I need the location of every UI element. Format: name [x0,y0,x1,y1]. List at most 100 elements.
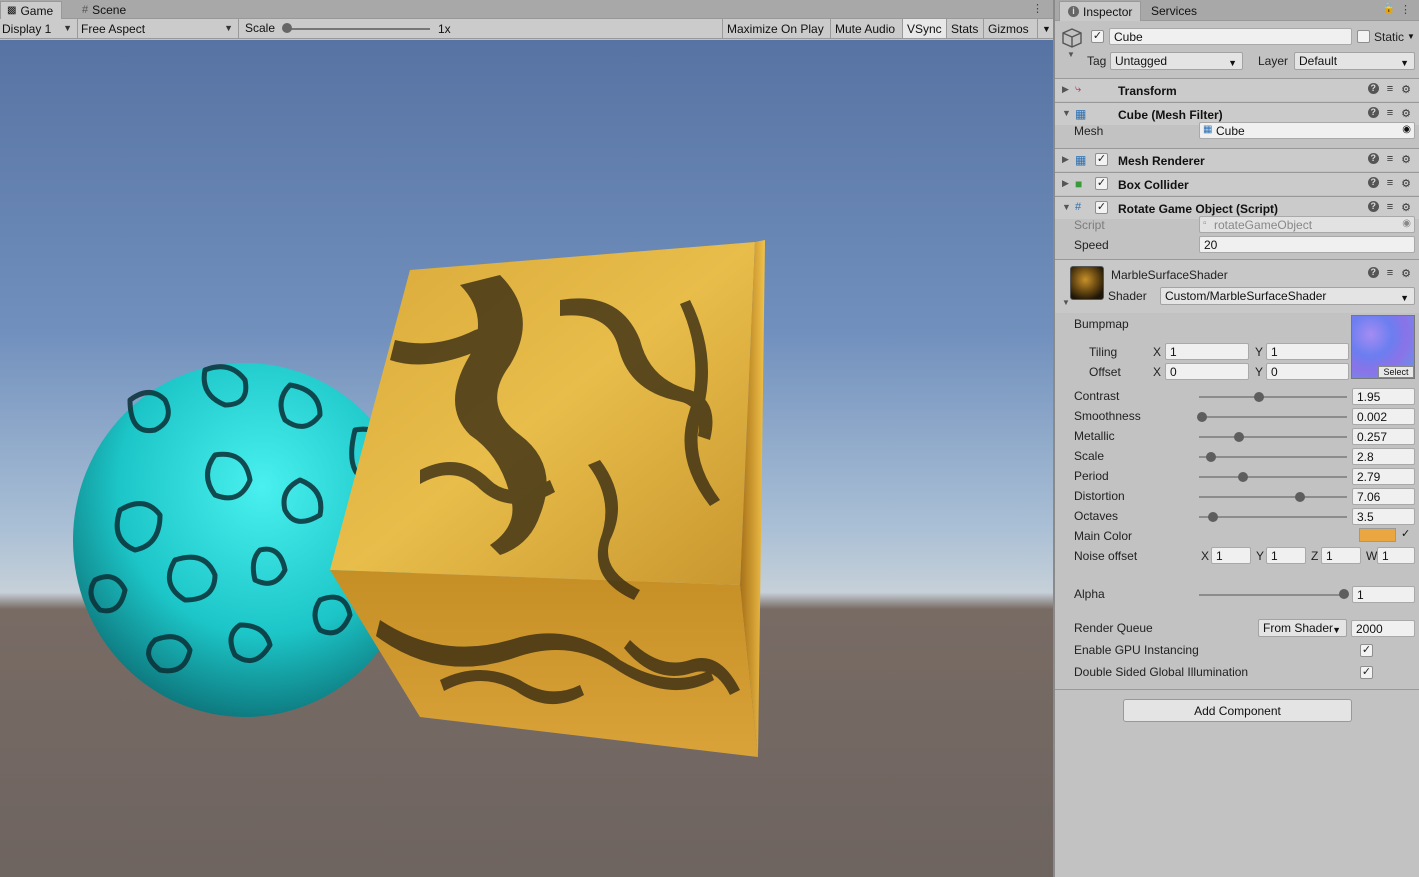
preset-icon[interactable]: ≡ [1387,201,1393,214]
tiling-x-field[interactable]: 1 [1165,343,1249,360]
mesh-renderer-enabled-checkbox[interactable]: ✓ [1095,153,1108,166]
eyedropper-icon[interactable]: ✓ [1401,527,1410,540]
chevron-down-icon[interactable]: ▼ [1062,298,1070,307]
chevron-down-icon[interactable]: ▼ [1062,108,1071,118]
preset-icon[interactable]: ≡ [1387,153,1393,166]
octaves-slider-track[interactable] [1199,516,1347,518]
render-queue-field[interactable]: 2000 [1351,620,1415,637]
kebab-menu-icon[interactable]: ⋮ [1400,3,1411,16]
gear-icon[interactable]: ⚙ [1401,267,1411,280]
smoothness-slider-track[interactable] [1199,416,1347,418]
period-slider-knob[interactable] [1238,472,1249,482]
gear-icon[interactable]: ⚙ [1401,153,1411,166]
gameobject-active-checkbox[interactable]: ✓ [1091,30,1104,43]
tab-scene[interactable]: # Scene [76,1,134,19]
distortion-slider-track[interactable] [1199,496,1347,498]
box-collider-enabled-checkbox[interactable]: ✓ [1095,177,1108,190]
transform-component-header[interactable]: ▶ ⤷ Transform ? ≡ ⚙ [1055,78,1419,101]
noise-offset-z-field[interactable]: 1 [1321,547,1361,564]
display-dropdown[interactable]: Display 1 ▼ [0,19,78,38]
chevron-down-icon[interactable]: ▼ [1407,32,1415,41]
tab-game-label: Game [20,3,54,18]
render-queue-mode-dropdown[interactable]: From Shader ▼ [1258,619,1347,637]
tab-services[interactable]: Services [1143,1,1205,21]
gear-icon[interactable]: ⚙ [1401,107,1411,120]
preset-icon[interactable]: ≡ [1387,267,1393,280]
help-icon[interactable]: ? [1367,83,1379,94]
help-icon[interactable]: ? [1367,177,1379,188]
gameobject-name-field[interactable]: Cube [1109,28,1352,45]
scale-slider-track[interactable] [1199,456,1347,458]
scale-slider-knob[interactable] [1205,452,1216,462]
object-picker-icon[interactable]: ◉ [1402,123,1411,137]
distortion-slider-knob[interactable] [1294,492,1305,502]
metallic-field[interactable]: 0.257 [1352,428,1415,445]
scale-slider-track[interactable] [287,28,430,30]
metallic-slider-track[interactable] [1199,436,1347,438]
scale-slider-knob[interactable] [282,23,292,33]
chevron-right-icon[interactable]: ▶ [1062,84,1069,95]
noise-offset-x-field[interactable]: 1 [1211,547,1251,564]
vsync-button[interactable]: VSync [902,19,946,38]
octaves-slider-knob[interactable] [1208,512,1219,522]
static-checkbox[interactable] [1357,30,1370,43]
game-viewport[interactable] [0,40,1053,877]
chevron-right-icon[interactable]: ▶ [1062,154,1069,165]
select-texture-button[interactable]: Select [1378,366,1414,378]
preset-icon[interactable]: ≡ [1387,83,1393,96]
tab-inspector[interactable]: i Inspector [1059,1,1142,21]
offset-y-field[interactable]: 0 [1266,363,1349,380]
noise-offset-w-field[interactable]: 1 [1377,547,1415,564]
help-icon[interactable]: ? [1367,267,1379,278]
tag-dropdown[interactable]: Untagged ▼ [1110,52,1243,70]
contrast-field[interactable]: 1.95 [1352,388,1415,405]
double-sided-gi-checkbox[interactable]: ✓ [1360,666,1373,679]
contrast-slider-knob[interactable] [1253,392,1264,402]
period-slider-track[interactable] [1199,476,1347,478]
smoothness-field[interactable]: 0.002 [1352,408,1415,425]
kebab-menu-icon[interactable]: ⋮ [1032,2,1043,15]
alpha-slider-knob[interactable] [1339,589,1349,599]
tab-game[interactable]: ▩ Game [0,1,63,19]
mute-audio-button[interactable]: Mute Audio [830,19,899,38]
chevron-right-icon[interactable]: ▶ [1062,178,1069,189]
smoothness-slider-knob[interactable] [1197,412,1207,422]
bumpmap-texture-slot[interactable]: Select [1351,315,1415,379]
layer-dropdown[interactable]: Default ▼ [1294,52,1415,70]
gear-icon[interactable]: ⚙ [1401,201,1411,214]
metallic-slider-knob[interactable] [1233,432,1244,442]
script-enabled-checkbox[interactable]: ✓ [1095,201,1108,214]
add-component-button[interactable]: Add Component [1123,699,1352,722]
help-icon[interactable]: ? [1367,153,1379,164]
preset-icon[interactable]: ≡ [1387,107,1393,120]
speed-field[interactable]: 20 [1199,236,1415,253]
offset-x-field[interactable]: 0 [1165,363,1249,380]
maximize-on-play-button[interactable]: Maximize On Play [722,19,828,38]
box-collider-component-header[interactable]: ▶ ■ ✓ Box Collider ? ≡ ⚙ [1055,172,1419,195]
help-icon[interactable]: ? [1367,201,1379,212]
gear-icon[interactable]: ⚙ [1401,177,1411,190]
help-icon[interactable]: ? [1367,107,1379,118]
preset-icon[interactable]: ≡ [1387,177,1393,190]
stats-button[interactable]: Stats [946,19,982,38]
tiling-y-field[interactable]: 1 [1266,343,1349,360]
gizmos-button[interactable]: Gizmos [983,19,1037,38]
shader-dropdown[interactable]: Custom/MarbleSurfaceShader ▼ [1160,287,1415,305]
mesh-renderer-component-header[interactable]: ▶ ▦ ✓ Mesh Renderer ? ≡ ⚙ [1055,148,1419,171]
distortion-field[interactable]: 7.06 [1352,488,1415,505]
gear-icon[interactable]: ⚙ [1401,83,1411,96]
noise-offset-y-field[interactable]: 1 [1266,547,1306,564]
contrast-slider-track[interactable] [1199,396,1347,398]
aspect-dropdown[interactable]: Free Aspect ▼ [79,19,239,38]
scale-field[interactable]: 2.8 [1352,448,1415,465]
chevron-down-icon[interactable]: ▼ [1062,202,1071,212]
chevron-down-icon[interactable]: ▼ [1067,50,1075,59]
octaves-field[interactable]: 3.5 [1352,508,1415,525]
gpu-instancing-checkbox[interactable]: ✓ [1360,644,1373,657]
main-color-swatch[interactable] [1359,528,1396,542]
alpha-slider-track[interactable] [1199,594,1347,596]
lock-icon[interactable]: 🔒 [1383,3,1395,14]
mesh-object-field[interactable]: ▦ Cube ◉ [1199,122,1415,139]
period-field[interactable]: 2.79 [1352,468,1415,485]
alpha-field[interactable]: 1 [1352,586,1415,603]
